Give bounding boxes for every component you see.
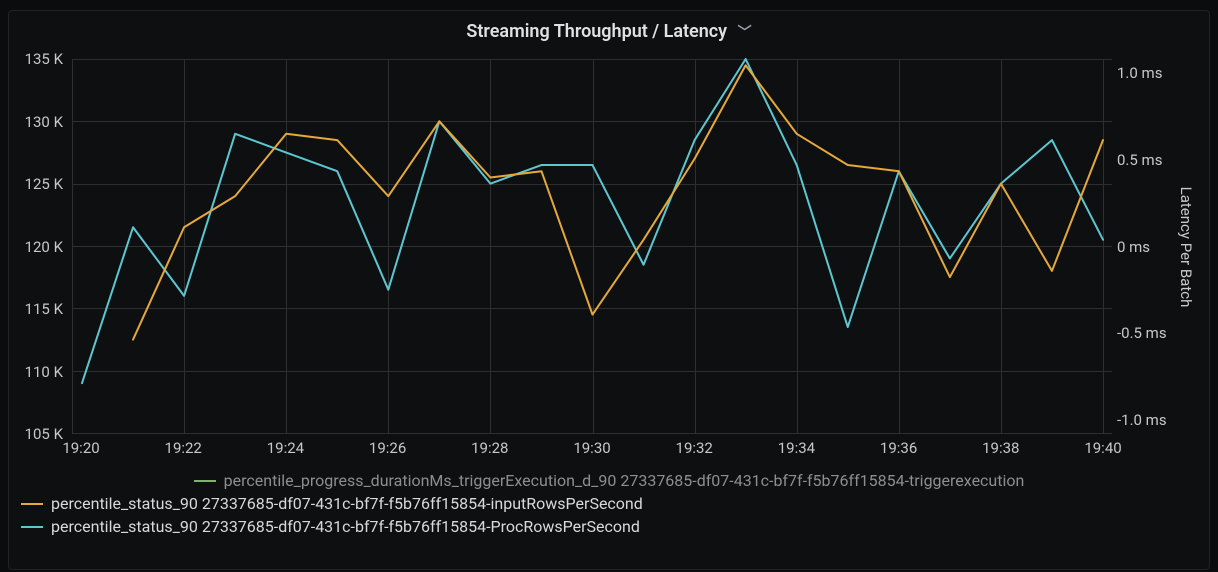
chart-lines-svg — [73, 59, 1112, 433]
legend-label-input: percentile_status_90 27337685-df07-431c-… — [51, 494, 643, 513]
y-right-tick: -0.5 ms — [1117, 324, 1187, 342]
y-right-tick: 0.5 ms — [1117, 151, 1187, 169]
legend-swatch-proc — [21, 526, 43, 528]
y-left-tick: 125 K — [3, 175, 63, 193]
y-right-axis-title: Latency Per Batch — [1177, 187, 1195, 308]
series-input-rows — [133, 65, 1103, 339]
chart-panel: Streaming Throughput / Latency ﹀ 135 K 1… — [8, 10, 1210, 570]
legend-item-input[interactable]: percentile_status_90 27337685-df07-431c-… — [9, 492, 1209, 515]
x-tick: 19:28 — [471, 439, 508, 457]
panel-title-text: Streaming Throughput / Latency — [466, 21, 727, 42]
x-tick: 19:20 — [62, 439, 99, 457]
series-proc-rows — [82, 59, 1103, 383]
y-left-tick: 115 K — [3, 300, 63, 318]
y-right-tick: 1.0 ms — [1117, 64, 1187, 82]
chart-plot-area[interactable] — [72, 59, 1112, 434]
y-left-tick: 105 K — [3, 425, 63, 443]
x-tick: 19:32 — [676, 439, 713, 457]
panel-title: Streaming Throughput / Latency ﹀ — [9, 11, 1209, 48]
x-tick: 19:24 — [267, 439, 304, 457]
x-tick: 19:40 — [1084, 439, 1121, 457]
legend-item-trigger[interactable]: percentile_progress_durationMs_triggerEx… — [9, 469, 1209, 492]
y-left-tick: 130 K — [3, 113, 63, 131]
legend-item-proc[interactable]: percentile_status_90 27337685-df07-431c-… — [9, 515, 1209, 538]
x-tick: 19:36 — [880, 439, 917, 457]
x-tick: 19:38 — [982, 439, 1019, 457]
x-tick: 19:34 — [778, 439, 815, 457]
x-tick: 19:22 — [165, 439, 202, 457]
x-tick: 19:26 — [369, 439, 406, 457]
x-tick: 19:30 — [573, 439, 610, 457]
legend-label-proc: percentile_status_90 27337685-df07-431c-… — [51, 517, 640, 536]
legend-swatch-trigger — [194, 480, 216, 482]
y-left-tick: 135 K — [3, 50, 63, 68]
legend-label-trigger: percentile_progress_durationMs_triggerEx… — [224, 471, 1025, 490]
y-right-tick: -1.0 ms — [1117, 411, 1187, 429]
legend-swatch-input — [21, 503, 43, 505]
panel-menu-chevron-down-icon[interactable]: ﹀ — [738, 25, 752, 41]
y-left-tick: 110 K — [3, 363, 63, 381]
y-left-tick: 120 K — [3, 238, 63, 256]
legend: percentile_progress_durationMs_triggerEx… — [9, 469, 1209, 538]
